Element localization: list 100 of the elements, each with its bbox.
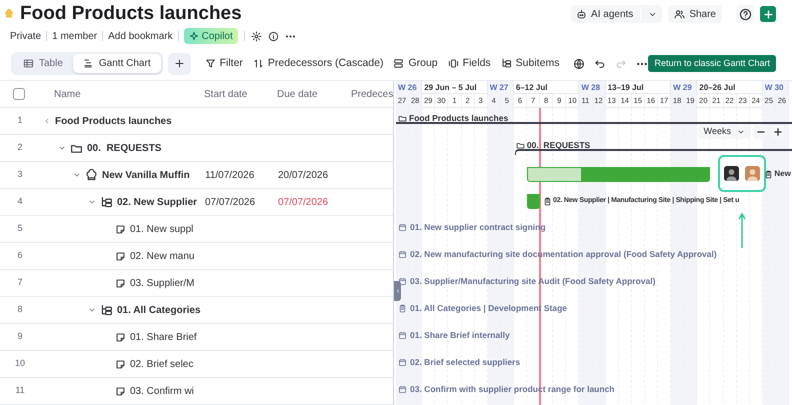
task-label: 02. Brief selected suppliers — [410, 356, 520, 369]
chevron-icon[interactable] — [73, 171, 81, 179]
bar-label: New — [774, 168, 791, 180]
note-icon — [115, 278, 126, 288]
chevron-icon[interactable] — [88, 198, 96, 206]
return-classic-button[interactable]: Return to classic Gantt Chart — [648, 55, 776, 72]
row-number: 2 — [16, 141, 24, 154]
board-title: Food Products launches — [20, 2, 242, 26]
sort-button[interactable]: Predecessors (Cascade) — [252, 54, 384, 74]
ai-agents-button[interactable]: AI agents — [571, 5, 662, 23]
board-meta-text: 1 member — [52, 30, 98, 44]
bookmark-link[interactable]: Add bookmark — [108, 28, 173, 44]
row-number: 4 — [16, 195, 24, 208]
add-button[interactable] — [760, 6, 776, 22]
table-icon — [23, 58, 34, 69]
collapse-handle[interactable] — [394, 281, 401, 301]
clipboard-icon — [398, 304, 407, 313]
plus-icon — [773, 127, 783, 137]
plus-icon — [762, 8, 774, 20]
item-name[interactable]: Food Products launches — [55, 114, 172, 128]
redo-icon — [615, 58, 628, 70]
zoom-dropdown[interactable]: Weeks — [698, 125, 751, 139]
item-name[interactable]: 01. New suppl — [130, 222, 194, 236]
week-number: W 29 — [671, 81, 698, 94]
folder-icon — [516, 140, 525, 150]
calendar-icon — [398, 384, 407, 394]
start-date-cell-text: 11/07/2026 — [205, 168, 256, 182]
board-meta-text: Private — [10, 30, 42, 44]
start-date-cell-text: 07/07/2026 — [205, 196, 256, 210]
chevron-icon[interactable] — [58, 144, 66, 152]
item-name[interactable]: 02. New manu — [130, 248, 194, 264]
note-icon — [115, 332, 126, 342]
help-button[interactable] — [736, 5, 754, 23]
caret-icon — [737, 128, 745, 136]
item-name[interactable]: New Vanilla Muffin — [102, 168, 190, 182]
view-tab[interactable]: Table — [13, 54, 73, 73]
row-number: 9 — [16, 330, 24, 344]
share-button[interactable]: Share — [668, 5, 722, 23]
item-name[interactable]: 01. Share Brief — [130, 330, 197, 344]
note-icon — [115, 358, 126, 370]
select-all-checkbox[interactable] — [13, 88, 25, 100]
zoom-out-button[interactable] — [754, 125, 768, 139]
subitems-icon — [100, 196, 113, 208]
group-button[interactable]: Group — [393, 54, 438, 74]
note-icon — [115, 250, 126, 262]
filter-button[interactable]: Filter — [204, 54, 243, 74]
row-number: 5 — [16, 222, 24, 236]
chef-hat-icon — [4, 9, 14, 19]
note-icon — [115, 386, 126, 396]
row-number: 1 — [16, 114, 24, 128]
plus-icon — [174, 58, 185, 69]
row-number: 6 — [16, 249, 24, 262]
back-chevron-icon — [394, 288, 400, 294]
calendar-icon — [398, 276, 407, 286]
people-icon — [674, 8, 686, 20]
subitems-button[interactable]: Subitems — [500, 54, 560, 74]
note-icon — [115, 224, 126, 234]
columns-icon — [448, 58, 459, 69]
board-label: Food Products launches — [409, 112, 508, 125]
week-number: W 27 — [488, 81, 514, 94]
copilot-button[interactable]: Copilot — [184, 28, 238, 44]
due-date-cell-text: 07/07/2026 — [278, 196, 330, 210]
avatar-icon — [724, 166, 740, 181]
settings-icon — [250, 30, 262, 42]
item-name[interactable]: 01. All Categories — [117, 302, 201, 318]
sort-arrows-icon — [252, 58, 264, 69]
sparkle-icon — [188, 31, 199, 41]
info-icon — [268, 30, 279, 42]
add-view-button[interactable] — [168, 52, 191, 74]
clipboard-icon — [543, 196, 552, 206]
week-number: W 30 — [762, 81, 789, 94]
undo-icon — [594, 58, 606, 70]
clipboard-icon — [764, 170, 774, 178]
row-number: 7 — [16, 276, 24, 290]
task-label: 01. Share Brief internally — [410, 329, 510, 342]
globe-icon — [573, 58, 586, 70]
row-number: 11 — [14, 384, 26, 398]
folder-icon — [398, 114, 407, 123]
pointer-arrow — [738, 212, 746, 249]
row-number: 8 — [16, 303, 24, 316]
view-tab[interactable]: Gantt Chart — [72, 54, 161, 73]
calendar-icon — [398, 250, 407, 259]
avatar-icon — [745, 166, 760, 181]
item-name[interactable]: 02. Brief selec — [130, 356, 194, 372]
fields-button[interactable]: Fields — [448, 54, 491, 74]
item-name[interactable]: 02. New Supplier — [117, 194, 198, 210]
chevron-icon[interactable] — [88, 306, 96, 314]
gantt-icon — [82, 58, 94, 69]
item-name[interactable]: 03. Confirm wi — [130, 384, 194, 398]
column-header: Name — [54, 88, 82, 102]
item-name[interactable]: 00. REQUESTS — [87, 140, 162, 156]
row-number: 3 — [16, 168, 24, 182]
calendar-icon — [398, 330, 407, 340]
filter-icon — [204, 58, 216, 69]
row-number: 10 — [14, 357, 26, 370]
week-number: W 26 — [396, 81, 422, 94]
item-name[interactable]: 03. Supplier/M — [130, 276, 194, 290]
due-date-cell-text: 20/07/2026 — [278, 168, 330, 182]
column-header: Predeces — [351, 88, 392, 102]
subitems-icon — [100, 304, 113, 316]
